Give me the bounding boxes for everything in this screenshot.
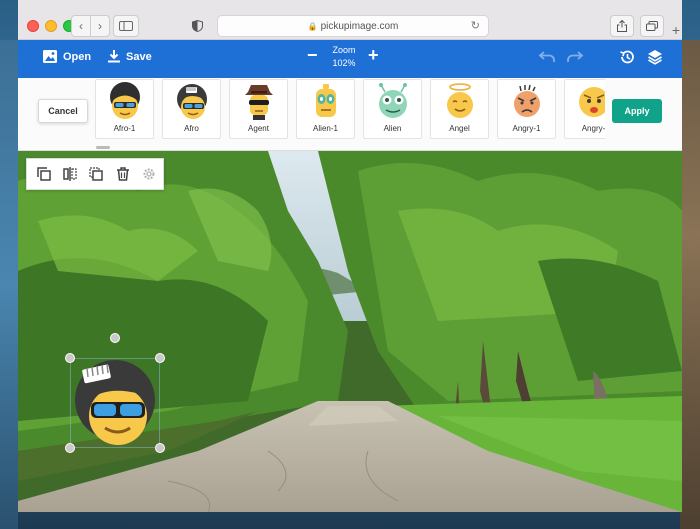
trash-icon[interactable] <box>116 167 130 181</box>
history-icon[interactable] <box>619 49 635 65</box>
save-button[interactable]: Save <box>108 50 152 63</box>
duplicate-icon[interactable] <box>37 167 51 181</box>
editor-toolbar: Open Save − Zoom 102% + <box>18 40 682 78</box>
url-text: pickupimage.com <box>320 20 399 32</box>
apply-button[interactable]: Apply <box>612 99 662 123</box>
redo-icon[interactable] <box>567 51 583 63</box>
sticker-label: Afro-1 <box>113 124 136 133</box>
chevron-right-icon: › <box>98 19 102 33</box>
save-label: Save <box>126 50 152 63</box>
cancel-button[interactable]: Cancel <box>38 99 88 123</box>
sticker-agent[interactable]: Agent <box>229 79 288 139</box>
sticker-angry-1[interactable]: Angry-1 <box>497 79 556 139</box>
angry-sticker-icon <box>578 87 605 117</box>
editor-app: Open Save − Zoom 102% + Cancel Afro-1 Af… <box>18 40 682 512</box>
sidebar-toggle-button[interactable] <box>113 15 139 37</box>
alien-1-sticker-icon <box>315 84 336 117</box>
sticker-scrollbar[interactable] <box>96 146 110 149</box>
chevron-left-icon: ‹ <box>79 19 83 33</box>
agent-sticker-icon <box>244 85 273 120</box>
sticker-strip: Cancel Afro-1 Afro Agent Alien-1 Alien A… <box>18 78 682 151</box>
zoom-in-button[interactable]: + <box>368 45 379 66</box>
zoom-value: 102% <box>332 58 356 68</box>
sticker-angel[interactable]: Angel <box>430 79 489 139</box>
new-tab-button[interactable]: + <box>672 22 680 38</box>
privacy-report-button[interactable] <box>186 15 208 37</box>
layers-icon[interactable] <box>647 49 663 65</box>
sticker-afro-1[interactable]: Afro-1 <box>95 79 154 139</box>
forest-road-photo <box>18 151 682 512</box>
sticker-angry[interactable]: Angry- <box>564 79 605 139</box>
sticker-label: Angry-1 <box>512 124 541 133</box>
sticker-label: Alien-1 <box>313 124 338 133</box>
resize-handle-top-left[interactable] <box>65 353 75 363</box>
angel-sticker-icon <box>446 83 473 118</box>
tabs-icon <box>646 21 658 31</box>
layer-tools-palette <box>26 158 164 190</box>
zoom-indicator: Zoom 102% <box>332 44 356 70</box>
browser-titlebar: ‹ › 🔒 pickupimage.com ↻ + <box>18 0 682 40</box>
sticker-label: Alien <box>383 124 402 133</box>
placed-afro-sticker[interactable] <box>70 358 160 448</box>
image-canvas[interactable] <box>18 151 682 512</box>
desktop-wallpaper-left <box>0 40 18 529</box>
sticker-label: Angel <box>449 124 470 133</box>
rotate-handle[interactable] <box>110 333 120 343</box>
share-button[interactable] <box>610 15 634 37</box>
download-icon <box>108 50 120 63</box>
sticker-alien[interactable]: Alien <box>363 79 422 139</box>
flip-icon[interactable] <box>63 167 77 181</box>
zoom-label: Zoom <box>332 45 356 55</box>
lock-icon: 🔒 <box>307 21 318 31</box>
share-icon <box>617 20 627 32</box>
afro-sticker-icon <box>70 358 160 448</box>
close-window-button[interactable] <box>27 20 39 32</box>
sticker-alien-1[interactable]: Alien-1 <box>296 79 355 139</box>
open-label: Open <box>63 50 92 63</box>
sidebar-icon <box>119 21 133 31</box>
alien-sticker-icon <box>378 83 407 118</box>
desktop-wallpaper-right <box>680 40 700 529</box>
minimize-window-button[interactable] <box>45 20 57 32</box>
angry-1-sticker-icon <box>513 84 540 117</box>
bring-front-icon[interactable] <box>89 167 103 181</box>
resize-handle-bottom-left[interactable] <box>65 443 75 453</box>
sticker-afro[interactable]: Afro <box>162 79 221 139</box>
open-button[interactable]: Open <box>43 50 91 63</box>
afro-sticker-icon <box>176 84 207 119</box>
sticker-label: Angry- <box>581 124 605 133</box>
afro-1-sticker-icon <box>109 82 140 119</box>
reload-icon[interactable]: ↻ <box>471 19 480 32</box>
undo-icon[interactable] <box>539 51 555 63</box>
shield-icon <box>191 20 203 32</box>
back-button[interactable]: ‹ <box>71 15 91 37</box>
zoom-out-button[interactable]: − <box>307 45 318 66</box>
address-bar[interactable]: 🔒 pickupimage.com ↻ <box>217 15 489 37</box>
resize-handle-top-right[interactable] <box>155 353 165 363</box>
image-icon <box>43 50 57 63</box>
settings-icon[interactable] <box>142 167 156 181</box>
show-tabs-button[interactable] <box>640 15 664 37</box>
sticker-label: Agent <box>248 124 269 133</box>
sticker-label: Afro <box>184 124 199 133</box>
resize-handle-bottom-right[interactable] <box>155 443 165 453</box>
sticker-list[interactable]: Afro-1 Afro Agent Alien-1 Alien Angel An… <box>95 78 605 142</box>
forward-button[interactable]: › <box>90 15 110 37</box>
